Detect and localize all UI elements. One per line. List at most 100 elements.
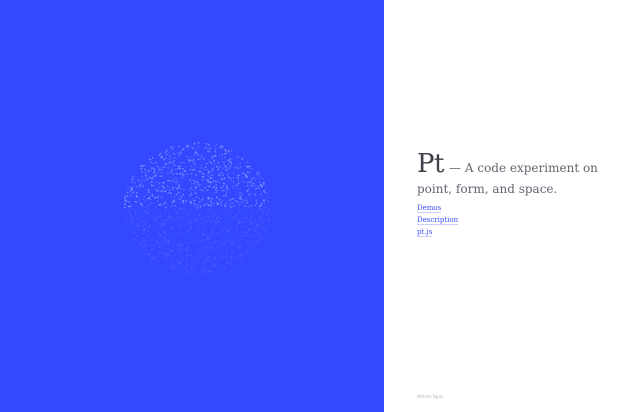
sphere-point [191, 269, 193, 271]
sphere-point [189, 168, 192, 171]
sphere-point [199, 209, 202, 211]
sphere-point [138, 220, 140, 222]
sphere-point [154, 161, 157, 164]
sphere-point [172, 188, 174, 191]
sphere-point [170, 208, 172, 210]
sphere-point [188, 170, 190, 171]
sphere-point [173, 264, 176, 267]
sphere-point [141, 216, 143, 218]
sphere-point [237, 247, 239, 249]
sphere-point [135, 223, 137, 225]
sphere-point [216, 190, 218, 192]
sphere-point [141, 204, 143, 206]
sphere-point [208, 248, 210, 250]
sphere-point [236, 176, 238, 178]
sphere-point [208, 218, 210, 220]
nav-link-ptjs[interactable]: pt.js [417, 226, 458, 238]
sphere-point [224, 263, 226, 265]
sphere-point [164, 252, 167, 254]
sphere-point [203, 265, 206, 268]
sphere-point [207, 181, 209, 183]
sphere-point [168, 214, 170, 216]
sphere-point [177, 151, 179, 153]
sphere-point [174, 153, 176, 155]
sphere-point [141, 241, 143, 243]
sphere-point [151, 180, 153, 183]
sphere-point [191, 257, 193, 259]
sphere-point [185, 241, 188, 244]
sphere-point [179, 192, 181, 194]
sphere-point [155, 211, 157, 213]
sphere-point [176, 187, 179, 190]
sphere-point [215, 241, 217, 243]
sphere-point [212, 265, 215, 268]
sphere-point [149, 196, 151, 198]
sphere-point [232, 172, 234, 173]
sphere-point [222, 228, 225, 230]
sphere-point [170, 156, 172, 158]
sphere-point [131, 219, 134, 221]
sphere-point [185, 254, 188, 257]
sphere-point [250, 171, 252, 173]
sphere-point [160, 216, 162, 218]
sphere-point [176, 260, 178, 262]
nav-link-description[interactable]: Description [417, 214, 459, 226]
sphere-point [149, 158, 151, 160]
sphere-point [179, 188, 182, 190]
sphere-point [172, 237, 174, 239]
sphere-point [218, 146, 221, 149]
sphere-point [178, 145, 180, 148]
sphere-point [166, 188, 168, 190]
sphere-point [218, 220, 220, 223]
nav-link-demos[interactable]: Demos [417, 202, 458, 214]
sphere-point [220, 210, 222, 212]
sphere-point [169, 189, 171, 191]
sphere-point [181, 259, 183, 261]
sphere-point [193, 154, 195, 156]
sphere-point [193, 199, 195, 202]
sphere-point [220, 186, 223, 189]
sphere-point [172, 186, 174, 188]
sphere-point [167, 254, 169, 257]
sphere-point [251, 176, 253, 178]
sphere-point [164, 241, 167, 243]
sphere-point [182, 200, 184, 203]
sphere-point [170, 216, 173, 218]
sphere-point [191, 146, 193, 148]
sphere-point [185, 268, 187, 270]
sphere-point [206, 162, 208, 165]
sphere-point [137, 223, 139, 225]
sphere-point [176, 180, 178, 181]
sphere-point [195, 218, 197, 221]
sphere-point [237, 156, 239, 158]
sphere-point [165, 219, 168, 221]
sphere-point [246, 230, 248, 232]
sphere-point [160, 156, 162, 158]
sphere-point [198, 153, 200, 154]
sphere-point [127, 196, 129, 198]
sphere-point [214, 251, 216, 253]
sphere-point [214, 180, 217, 182]
sphere-point [177, 251, 180, 253]
sphere-point [196, 218, 199, 221]
sphere-point [227, 267, 229, 269]
sphere-point [236, 223, 238, 225]
sphere-point [190, 165, 193, 167]
sphere-point [173, 196, 175, 198]
sphere-point [232, 231, 234, 233]
sphere-point [220, 217, 222, 220]
sphere-point [199, 205, 202, 208]
sphere-point [223, 189, 225, 192]
sphere-point [186, 146, 188, 149]
sphere-point [251, 235, 254, 237]
sphere-point [164, 236, 167, 238]
sphere-point [207, 150, 209, 152]
sphere-point [241, 225, 244, 228]
sphere-point [178, 232, 180, 235]
sphere-point [190, 202, 193, 204]
sphere-point [147, 253, 150, 256]
sphere-point [229, 205, 232, 208]
sphere-point [136, 226, 138, 228]
sphere-point [174, 195, 176, 197]
sphere-point [145, 175, 147, 177]
